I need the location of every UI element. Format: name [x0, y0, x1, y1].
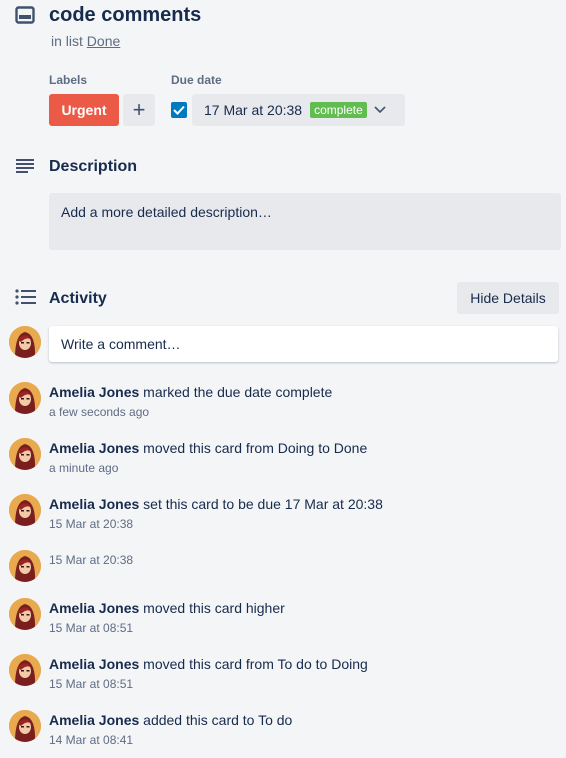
activity-text: Amelia Jones added this card to To do: [49, 711, 292, 729]
activity-time[interactable]: 14 Mar at 08:41: [49, 732, 133, 748]
avatar[interactable]: [9, 550, 41, 582]
activity-user[interactable]: Amelia Jones: [49, 656, 139, 672]
activity-time[interactable]: a few seconds ago: [49, 404, 149, 420]
due-date-heading: Due date: [171, 73, 222, 87]
avatar[interactable]: [9, 710, 41, 742]
avatar[interactable]: [9, 382, 41, 414]
activity-text: Amelia Jones moved this card from Doing …: [49, 439, 367, 457]
activity-user[interactable]: Amelia Jones: [49, 496, 139, 512]
card-icon: [15, 5, 35, 25]
label-urgent[interactable]: Urgent: [49, 94, 119, 126]
list-link[interactable]: Done: [87, 33, 120, 49]
activity-action: moved this card higher: [143, 600, 285, 616]
description-heading: Description: [49, 158, 138, 175]
due-status-badge: complete: [310, 102, 367, 118]
description-lines-icon: [15, 158, 35, 174]
avatar[interactable]: [9, 654, 41, 686]
activity-text: Amelia Jones set this card to be due 17 …: [49, 495, 383, 513]
activity-time[interactable]: 15 Mar at 08:51: [49, 620, 133, 636]
activity-list-icon: [15, 289, 37, 305]
description-editor[interactable]: Add a more detailed description…: [49, 193, 561, 250]
activity-text: Amelia Jones marked the due date complet…: [49, 383, 332, 401]
activity-time[interactable]: a minute ago: [49, 460, 118, 476]
activity-action: added this card to To do: [143, 712, 293, 728]
hide-details-button[interactable]: Hide Details: [457, 282, 559, 314]
due-date-button[interactable]: 17 Mar at 20:38 complete: [192, 94, 405, 126]
activity-user[interactable]: Amelia Jones: [49, 712, 139, 728]
avatar[interactable]: [9, 326, 41, 358]
labels-heading: Labels: [49, 73, 88, 87]
due-date-value: 17 Mar at 20:38: [204, 102, 303, 118]
add-label-button[interactable]: +: [123, 94, 155, 126]
activity-user[interactable]: Amelia Jones: [49, 384, 139, 400]
activity-time[interactable]: 15 Mar at 20:38: [49, 552, 133, 568]
activity-user[interactable]: Amelia Jones: [49, 600, 139, 616]
chevron-down-icon: [373, 105, 387, 115]
card-list-info: in list Done: [51, 32, 120, 50]
activity-text: Amelia Jones moved this card higher: [49, 599, 285, 617]
activity-user[interactable]: Amelia Jones: [49, 440, 139, 456]
activity-time[interactable]: 15 Mar at 20:38: [49, 516, 133, 532]
activity-action: moved this card from Doing to Done: [143, 440, 368, 456]
check-icon: [173, 105, 185, 115]
due-complete-checkbox[interactable]: [171, 102, 187, 118]
activity-action: moved this card from To do to Doing: [143, 656, 368, 672]
in-list-prefix: in list: [51, 33, 83, 49]
activity-action: marked the due date complete: [143, 384, 333, 400]
activity-time[interactable]: 15 Mar at 08:51: [49, 676, 133, 692]
activity-heading: Activity: [49, 290, 107, 307]
card-title: code comments: [49, 4, 202, 26]
activity-action: set this card to be due 17 Mar at 20:38: [143, 496, 383, 512]
avatar[interactable]: [9, 598, 41, 630]
avatar[interactable]: [9, 494, 41, 526]
activity-text: Amelia Jones moved this card from To do …: [49, 655, 368, 673]
avatar[interactable]: [9, 438, 41, 470]
comment-input[interactable]: Write a comment…: [49, 326, 558, 362]
